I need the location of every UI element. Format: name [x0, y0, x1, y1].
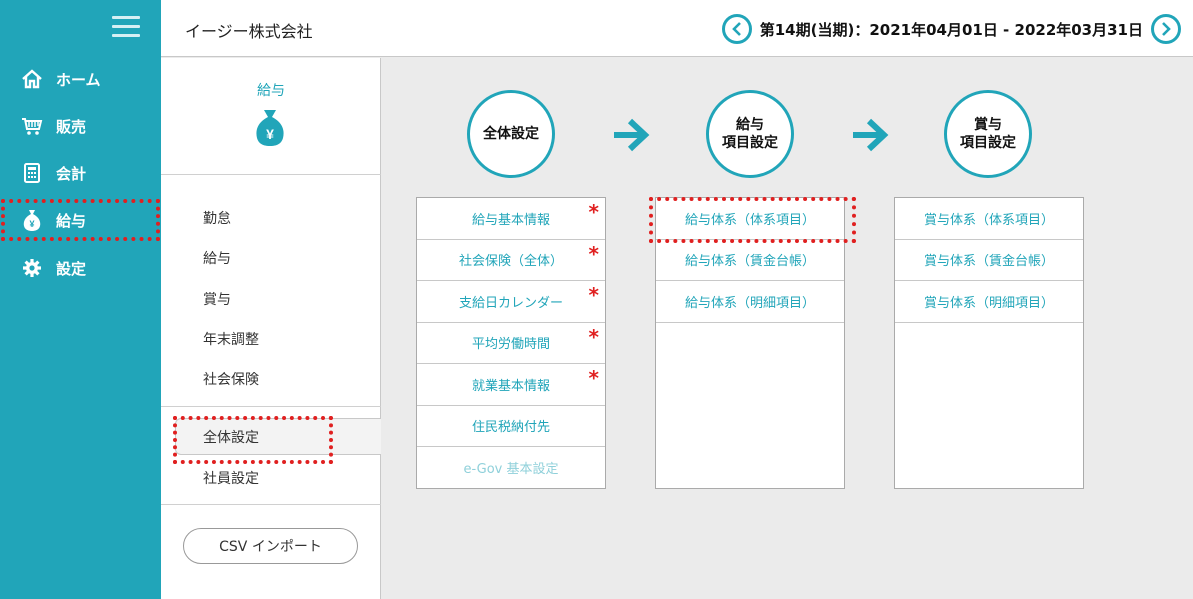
- subnav-header: 給与 ¥: [161, 58, 381, 175]
- cart-icon: [20, 114, 44, 138]
- step-salary-items: 給与 項目設定: [706, 90, 794, 178]
- subnav-item-bonus[interactable]: 賞与: [161, 279, 381, 319]
- link-salary-structure-ledger[interactable]: 給与体系（賃金台帳）: [656, 240, 844, 281]
- csv-import-button[interactable]: CSV インポート: [183, 528, 358, 564]
- step-bonus-items: 賞与 項目設定: [944, 90, 1032, 178]
- chevron-right-icon: [1162, 22, 1171, 36]
- required-mark: *: [588, 366, 599, 390]
- prev-period-button[interactable]: [721, 14, 752, 44]
- link-salary-structure-payslip[interactable]: 給与体系（明細項目）: [656, 281, 844, 323]
- link-resident-tax-payee[interactable]: 住民税納付先: [417, 406, 605, 447]
- home-icon: [20, 67, 44, 91]
- nav-item-home[interactable]: ホーム: [0, 57, 161, 101]
- gear-icon: [20, 256, 44, 280]
- hamburger-menu-icon[interactable]: [112, 16, 140, 38]
- main-nav: ホーム 販売 会計 ¥ 給与 設定: [0, 0, 161, 599]
- general-settings-panel: 給与基本情報 * 社会保険（全体） * 支給日カレンダー * 平均労働時間 * 就業基本…: [416, 197, 606, 489]
- subnav-item-attendance[interactable]: 勤怠: [161, 198, 381, 238]
- svg-text:¥: ¥: [29, 219, 34, 229]
- top-bar: イージー株式会社 第14期(当期)：2021年04月01日 - 2022年03月…: [161, 0, 1193, 57]
- nav-label: ホーム: [56, 70, 101, 89]
- required-mark: *: [588, 241, 599, 266]
- link-bonus-structure-items[interactable]: 賞与体系（体系項目）: [895, 198, 1083, 240]
- step-label: 全体設定: [483, 126, 539, 142]
- link-payday-calendar[interactable]: 支給日カレンダー *: [417, 281, 605, 323]
- subnav-item-employee-settings[interactable]: 社員設定: [161, 458, 381, 498]
- link-average-work-hours[interactable]: 平均労働時間 *: [417, 323, 605, 364]
- link-work-basic-info[interactable]: 就業基本情報 *: [417, 364, 605, 406]
- money-bag-icon: ¥: [20, 208, 44, 232]
- chevron-left-icon: [731, 22, 741, 36]
- period-selector: 第14期(当期)：2021年04月01日 - 2022年03月31日: [721, 14, 1181, 44]
- divider: [161, 406, 381, 407]
- nav-item-accounting[interactable]: 会計: [0, 151, 161, 195]
- period-label: 第14期(当期)：2021年04月01日 - 2022年03月31日: [759, 20, 1143, 39]
- link-salary-structure-items[interactable]: 給与体系（体系項目）: [656, 198, 844, 240]
- link-bonus-structure-payslip[interactable]: 賞与体系（明細項目）: [895, 281, 1083, 323]
- step-label: 賞与 項目設定: [960, 117, 1016, 151]
- nav-label: 給与: [56, 211, 87, 230]
- divider: [161, 504, 381, 505]
- bonus-items-panel: 賞与体系（体系項目） 賞与体系（賃金台帳） 賞与体系（明細項目）: [894, 197, 1084, 489]
- required-mark: *: [588, 283, 599, 307]
- link-egov-settings: e-Gov 基本設定: [463, 462, 559, 478]
- step-general-settings: 全体設定: [467, 90, 555, 178]
- nav-label: 設定: [56, 259, 87, 278]
- arrow-right-icon: [853, 118, 889, 152]
- payroll-subnav: 給与 ¥ 勤怠 給与 賞与 年末調整 社会保険 全体設定 社員設定 CSV イン…: [161, 58, 381, 599]
- nav-label: 会計: [56, 164, 87, 183]
- nav-item-settings[interactable]: 設定: [0, 246, 161, 290]
- link-basic-salary-info[interactable]: 給与基本情報 *: [417, 198, 605, 240]
- nav-item-sales[interactable]: 販売: [0, 104, 161, 148]
- salary-items-panel: 給与体系（体系項目） 給与体系（賃金台帳） 給与体系（明細項目）: [655, 197, 845, 489]
- required-mark: *: [588, 200, 599, 224]
- next-period-button[interactable]: [1151, 14, 1181, 44]
- subnav-item-year-end[interactable]: 年末調整: [161, 319, 381, 359]
- link-social-insurance[interactable]: 社会保険（全体） *: [417, 240, 605, 281]
- subnav-item-salary[interactable]: 給与: [161, 238, 381, 278]
- required-mark: *: [588, 324, 599, 349]
- company-name: イージー株式会社: [185, 22, 313, 41]
- link-bonus-structure-ledger[interactable]: 賞与体系（賃金台帳）: [895, 240, 1083, 281]
- step-label: 給与 項目設定: [722, 117, 778, 151]
- arrow-right-icon: [614, 118, 650, 152]
- calculator-icon: [20, 161, 44, 185]
- subnav-item-general-settings[interactable]: 全体設定: [175, 418, 381, 455]
- money-bag-icon: ¥: [256, 110, 284, 146]
- subnav-item-social-insurance[interactable]: 社会保険: [161, 359, 381, 399]
- nav-item-payroll[interactable]: ¥ 給与: [0, 198, 161, 242]
- subnav-title: 給与: [257, 83, 285, 99]
- nav-label: 販売: [56, 117, 87, 136]
- svg-text:¥: ¥: [266, 126, 274, 142]
